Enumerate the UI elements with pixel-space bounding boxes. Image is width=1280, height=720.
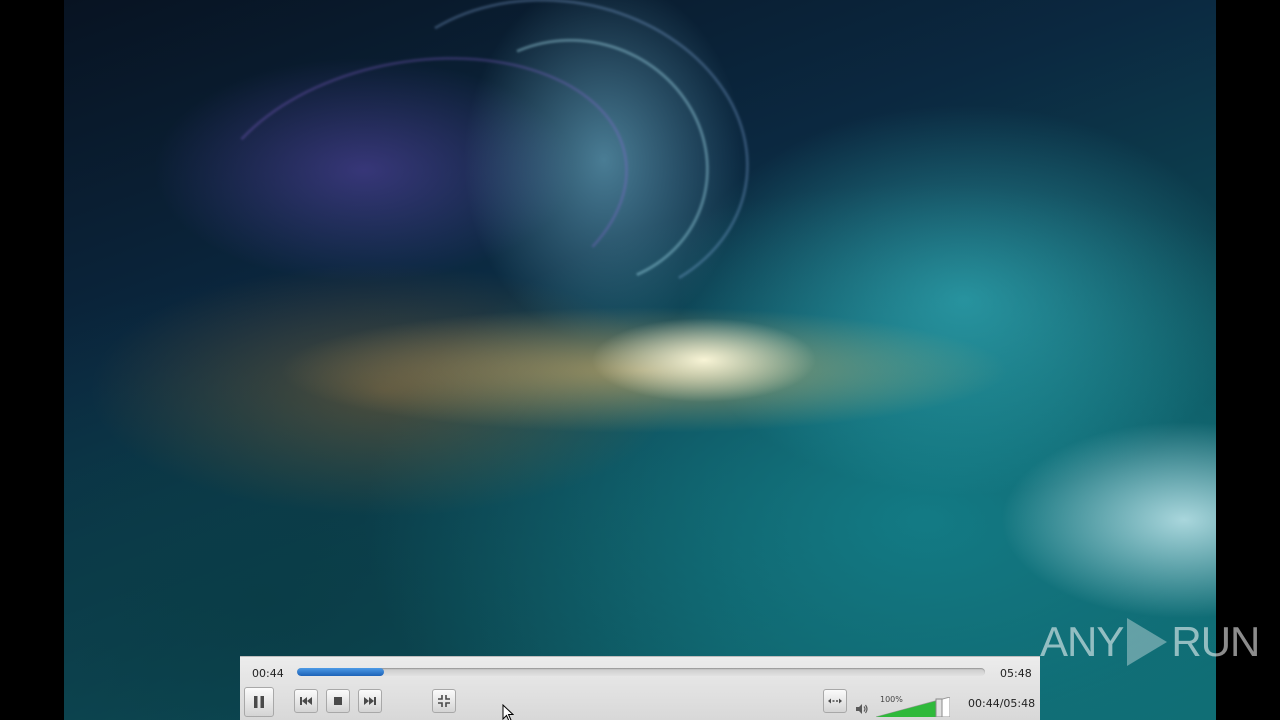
loop-icon [828,698,842,704]
seek-bar[interactable] [297,668,985,676]
skip-previous-icon [300,697,312,705]
watermark-any: ANY [1040,618,1124,665]
fullscreen-controller: 00:44 05:48 100% 00:44/05:48 [240,656,1040,720]
volume-handle[interactable] [935,698,943,717]
total-time: 05:48 [1000,667,1032,680]
pause-icon [254,696,264,708]
next-button[interactable] [358,689,382,713]
elapsed-time: 00:44 [252,667,284,680]
fullscreen-exit-icon [438,695,450,707]
fullscreen-toggle-button[interactable] [432,689,456,713]
mouse-cursor-icon [502,704,514,720]
time-readout[interactable]: 00:44/05:48 [968,697,1035,710]
speaker-icon[interactable] [855,703,869,715]
seek-bar-progress [297,668,384,676]
screen: ANY RUN 00:44 05:48 100% 00:44/05:48 [0,0,1280,720]
watermark-run: RUN [1171,618,1260,665]
pause-button[interactable] [244,687,274,717]
anyrun-watermark: ANY RUN [1040,612,1260,672]
watermark-play-icon [1127,618,1168,666]
previous-button[interactable] [294,689,318,713]
skip-next-icon [364,697,376,705]
loop-button[interactable] [823,689,847,713]
stop-icon [334,697,342,705]
volume-percent: 100% [880,695,903,704]
stop-button[interactable] [326,689,350,713]
